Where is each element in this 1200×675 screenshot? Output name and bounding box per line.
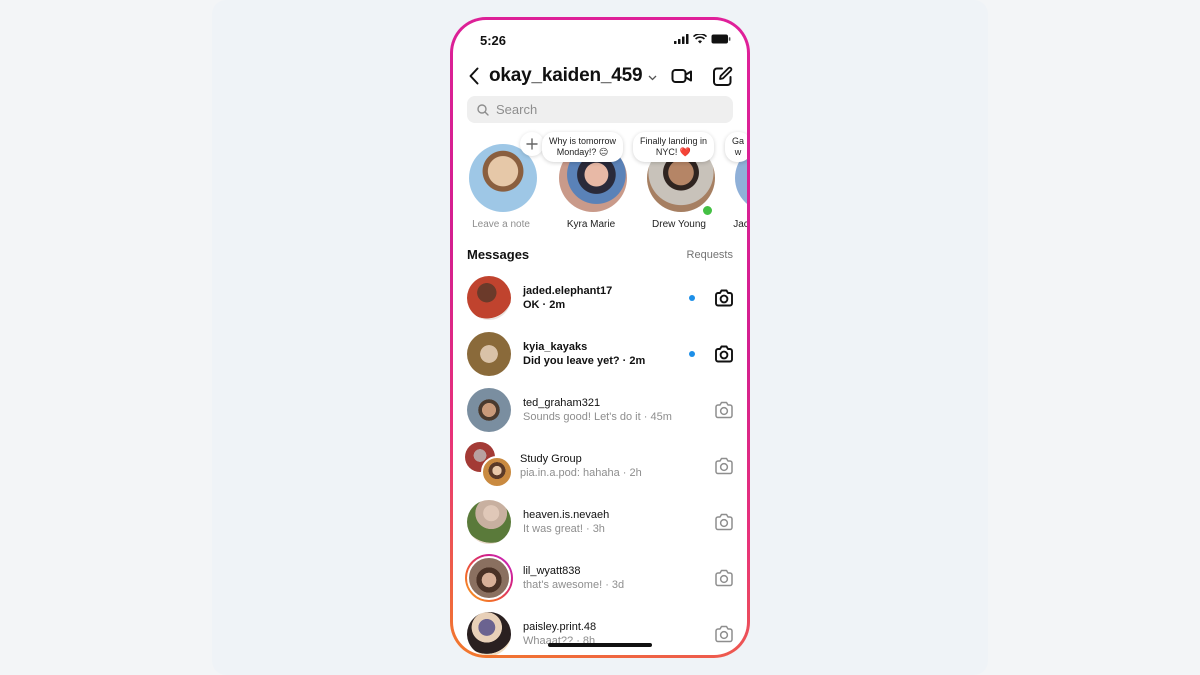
battery-icon [711, 34, 731, 44]
thread-name: heaven.is.nevaeh [523, 509, 610, 521]
status-time: 5:26 [480, 33, 507, 48]
notes-tray: Leave a note Why is tomorrow Monday!? 😑 … [453, 132, 747, 232]
avatar [467, 612, 511, 655]
thread-preview: Sounds good! Let's do it · 45m [523, 411, 672, 423]
header: okay_kaiden_459 [469, 62, 733, 90]
header-actions [671, 65, 733, 87]
thread-name: lil_wyatt838 [523, 565, 581, 577]
note-bubble: Finally landing in NYC! ❤️ [633, 132, 715, 162]
thread-preview: It was great! · 3h [523, 523, 605, 535]
note-bubble: Ga w [725, 132, 747, 162]
unread-indicator [689, 351, 695, 357]
wifi-icon [693, 34, 707, 44]
messages-title: Messages [467, 247, 530, 262]
camera-button[interactable] [713, 567, 735, 589]
camera-icon [715, 345, 733, 363]
video-call-button[interactable] [671, 65, 693, 87]
camera-icon [715, 457, 733, 475]
note-bubble: Why is tomorrow Monday!? 😑 [542, 132, 624, 162]
note-text: Finally landing in [640, 136, 708, 146]
search-icon [477, 103, 489, 116]
note-name: Leave a note [472, 219, 530, 230]
back-button[interactable] [469, 66, 483, 86]
thread-name: kyia_kayaks [523, 341, 588, 353]
avatar [481, 456, 513, 488]
status-bar: 5:26 [453, 20, 747, 60]
add-note-button[interactable] [520, 132, 544, 156]
note-name: Jac [733, 219, 747, 230]
chevron-left-icon [469, 67, 479, 85]
thread-name: paisley.print.48 [523, 621, 597, 633]
thread-row[interactable]: ted_graham321 Sounds good! Let's do it ·… [453, 382, 747, 438]
camera-button[interactable] [713, 399, 735, 421]
online-status-dot [701, 204, 714, 217]
thread-preview: OK · 2m [523, 299, 566, 311]
account-username[interactable]: okay_kaiden_459 [489, 65, 643, 87]
thread-row[interactable]: paisley.print.48 Whaaat?? · 8h [453, 606, 747, 655]
compose-button[interactable] [711, 65, 733, 87]
thread-preview: pia.in.a.pod: hahaha · 2h [520, 467, 642, 479]
thread-name: Study Group [520, 453, 582, 465]
thread-list: jaded.elephant17 OK · 2m kyia_kayaks Did… [453, 270, 747, 655]
thread-row[interactable]: heaven.is.nevaeh It was great! · 3h [453, 494, 747, 550]
note-text: NYC! ❤️ [655, 147, 692, 157]
avatar [467, 556, 511, 600]
thread-row[interactable]: Study Group pia.in.a.pod: hahaha · 2h [453, 438, 747, 494]
thread-preview: that's awesome! · 3d [523, 579, 625, 591]
requests-link[interactable]: Requests [687, 249, 733, 261]
camera-button[interactable] [713, 511, 735, 533]
avatar [467, 332, 511, 376]
thread-name: ted_graham321 [523, 397, 601, 409]
compose-icon [712, 66, 732, 86]
note-name: Kyra Marie [566, 219, 616, 230]
note-text: Why is tomorrow [549, 136, 617, 146]
search-bar[interactable] [467, 96, 733, 123]
phone-frame: 5:26 okay_kaiden_459 Search Leave a note… [450, 17, 750, 658]
unread-indicator [689, 295, 695, 301]
phone-screen: 5:26 okay_kaiden_459 Search Leave a note… [453, 20, 747, 655]
thread-row[interactable]: jaded.elephant17 OK · 2m [453, 270, 747, 326]
plus-icon [526, 138, 538, 150]
camera-button[interactable] [713, 287, 735, 309]
camera-icon [715, 569, 733, 587]
camera-button[interactable] [713, 455, 735, 477]
thread-row[interactable]: kyia_kayaks Did you leave yet? · 2m [453, 326, 747, 382]
camera-icon [715, 513, 733, 531]
story-ring[interactable] [465, 554, 513, 602]
status-icons [674, 34, 731, 44]
camera-icon [715, 625, 733, 643]
camera-button[interactable] [713, 623, 735, 645]
note-text: w [734, 147, 742, 157]
note-text: Monday!? 😑 [556, 147, 609, 157]
home-indicator[interactable] [548, 643, 652, 647]
messages-header: Messages Requests [467, 247, 733, 262]
camera-icon [715, 289, 733, 307]
group-avatar [465, 442, 513, 488]
avatar [467, 276, 511, 320]
thread-preview: Did you leave yet? · 2m [523, 355, 646, 367]
avatar [467, 500, 511, 544]
account-switcher-button[interactable] [648, 68, 657, 86]
thread-name: jaded.elephant17 [523, 285, 613, 297]
camera-button[interactable] [713, 343, 735, 365]
chevron-down-icon [648, 75, 657, 81]
thread-row[interactable]: lil_wyatt838 that's awesome! · 3d [453, 550, 747, 606]
video-call-icon [671, 69, 692, 83]
note-text: Ga [732, 136, 745, 146]
search-input[interactable] [496, 102, 696, 117]
avatar [467, 388, 511, 432]
cellular-signal-icon [674, 34, 689, 44]
camera-icon [715, 401, 733, 419]
